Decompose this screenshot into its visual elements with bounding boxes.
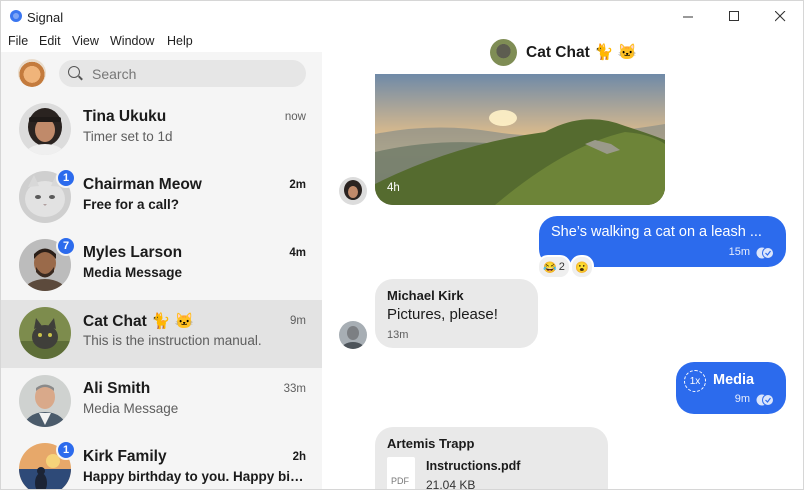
search-input[interactable] bbox=[90, 63, 294, 85]
avatar bbox=[19, 375, 71, 427]
conversation-name: Tina Ukuku bbox=[83, 108, 167, 125]
conversation-time: 33m bbox=[283, 383, 306, 395]
menu-view[interactable]: View bbox=[72, 34, 99, 48]
maximize-button[interactable] bbox=[711, 1, 757, 32]
landscape-photo bbox=[375, 74, 665, 205]
signal-window: Signal File Edit View Window Help Search… bbox=[0, 0, 804, 490]
conversation-snippet: Happy birthday to you. Happy birthday to… bbox=[83, 469, 305, 484]
reaction-chip[interactable]: 😂 2 bbox=[537, 255, 571, 279]
outgoing-media-message[interactable]: 1x Media 9m bbox=[676, 362, 786, 414]
message-text: Media bbox=[713, 372, 755, 388]
conversation-time: 2m bbox=[289, 179, 306, 191]
conversation-snippet: Media Message bbox=[83, 401, 179, 416]
sender-avatar bbox=[339, 177, 367, 205]
conversation-name: Ali Smith bbox=[83, 380, 151, 397]
conversation-title: Cat Chat 🐈 🐱 bbox=[526, 44, 637, 61]
maximize-icon bbox=[728, 11, 739, 21]
minimize-icon bbox=[682, 16, 693, 18]
sender-name: Artemis Trapp bbox=[387, 436, 475, 451]
close-icon bbox=[774, 11, 785, 22]
conversation-snippet: Free for a call? bbox=[83, 197, 180, 212]
conversation-item-kirk-family[interactable]: 1 Kirk Family Happy birthday to you. Hap… bbox=[1, 436, 322, 489]
title-bar: Signal bbox=[1, 1, 803, 32]
reaction-chip[interactable]: 😮 bbox=[570, 255, 594, 279]
conversation-name: Chairman Meow bbox=[83, 176, 202, 193]
image-message[interactable]: 4h bbox=[375, 74, 665, 205]
search-icon bbox=[68, 66, 80, 78]
incoming-message[interactable]: Michael Kirk Pictures, please! 13m bbox=[375, 279, 538, 348]
conversation-name: Kirk Family bbox=[83, 448, 167, 465]
message-timeline: 4h She’s walking a cat on a leash ... 15… bbox=[322, 74, 803, 489]
conversation-time: now bbox=[284, 111, 306, 123]
search-box[interactable] bbox=[59, 60, 306, 87]
conversation-name: Cat Chat 🐈 🐱 bbox=[83, 313, 194, 330]
message-timestamp: 4h bbox=[387, 182, 400, 194]
conversation-snippet: This is the instruction manual. bbox=[83, 333, 262, 348]
file-type-label: PDF bbox=[391, 476, 409, 486]
conversation-time: 9m bbox=[290, 315, 306, 327]
incoming-file-message[interactable]: Artemis Trapp PDF Instructions.pdf 21.04… bbox=[375, 427, 608, 489]
menu-help[interactable]: Help bbox=[167, 34, 193, 48]
pdf-file-icon[interactable]: PDF bbox=[387, 457, 415, 489]
avatar bbox=[19, 307, 71, 359]
unread-badge: 1 bbox=[56, 440, 76, 460]
conversation-name: Myles Larson bbox=[83, 244, 183, 261]
message-timestamp: 15m bbox=[728, 246, 750, 258]
conversation-snippet: Media Message bbox=[83, 265, 183, 280]
conversation-time: 2h bbox=[292, 451, 306, 463]
conversation-snippet: Timer set to 1d bbox=[83, 129, 173, 144]
chat-header[interactable]: Cat Chat 🐈 🐱 bbox=[322, 32, 803, 74]
conversation-item-tina-ukuku[interactable]: Tina Ukuku Timer set to 1d now bbox=[1, 96, 322, 164]
unread-badge: 7 bbox=[56, 236, 76, 256]
conversation-avatar bbox=[490, 39, 517, 66]
sidebar-header bbox=[1, 52, 322, 96]
read-receipt-icon bbox=[756, 394, 774, 406]
conversation-item-cat-chat[interactable]: Cat Chat 🐈 🐱 This is the instruction man… bbox=[1, 300, 322, 368]
message-text: Pictures, please! bbox=[387, 306, 498, 323]
read-receipt-icon bbox=[756, 247, 774, 259]
message-text: She’s walking a cat on a leash ... bbox=[551, 224, 762, 240]
sender-avatar bbox=[339, 321, 367, 349]
sender-name: Michael Kirk bbox=[387, 288, 464, 303]
menu-file[interactable]: File bbox=[8, 34, 28, 48]
message-timestamp: 13m bbox=[387, 329, 409, 341]
reaction-count: 2 bbox=[558, 261, 565, 273]
window-title: Signal bbox=[27, 10, 64, 25]
conversation-time: 4m bbox=[289, 247, 306, 259]
menu-window[interactable]: Window bbox=[110, 34, 154, 48]
file-name[interactable]: Instructions.pdf bbox=[426, 459, 520, 473]
conversation-item-ali-smith[interactable]: Ali Smith Media Message 33m bbox=[1, 368, 322, 436]
signal-logo-icon bbox=[10, 10, 22, 22]
view-once-icon: 1x bbox=[684, 370, 706, 392]
menu-edit[interactable]: Edit bbox=[39, 34, 61, 48]
file-size: 21.04 KB bbox=[426, 478, 476, 489]
conversation-item-chairman-meow[interactable]: 1 Chairman Meow Free for a call? 2m bbox=[1, 164, 322, 232]
conversation-sidebar: Tina Ukuku Timer set to 1d now 1 Chairma… bbox=[1, 52, 322, 489]
conversation-item-myles-larson[interactable]: 7 Myles Larson Media Message 4m bbox=[1, 232, 322, 300]
reaction-emoji: 😮 bbox=[575, 261, 589, 274]
reaction-emoji: 😂 bbox=[543, 261, 557, 274]
minimize-button[interactable] bbox=[665, 1, 711, 32]
close-button[interactable] bbox=[757, 1, 803, 32]
message-timestamp: 9m bbox=[734, 393, 750, 405]
profile-avatar[interactable] bbox=[18, 59, 46, 87]
view-once-label: 1x bbox=[689, 375, 701, 387]
avatar bbox=[19, 103, 71, 155]
unread-badge: 1 bbox=[56, 168, 76, 188]
